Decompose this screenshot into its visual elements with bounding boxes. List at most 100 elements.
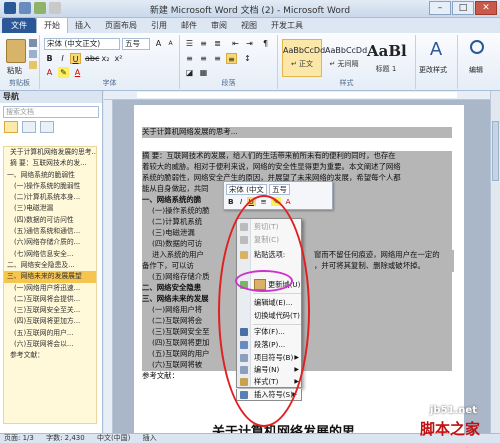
insert-mode[interactable]: 插入 <box>143 434 157 442</box>
doc-line[interactable]: 关于计算机网络发展的思考... <box>142 127 452 138</box>
paste-button-label[interactable]: 粘贴 <box>7 65 22 76</box>
mini-font-color-icon[interactable]: A <box>283 197 292 206</box>
show-marks-icon[interactable]: ¶ <box>260 38 271 49</box>
numbering-icon[interactable]: ≡ <box>198 38 209 49</box>
tab-view[interactable]: 视图 <box>234 18 264 33</box>
increase-indent-icon[interactable]: ⇥ <box>244 38 255 49</box>
nav-item[interactable]: 关于计算机网络发展的思考... <box>4 147 96 158</box>
font-color-icon[interactable]: A <box>72 67 83 78</box>
nav-item-selected[interactable]: 三、网络未来的发展展望 <box>4 271 96 283</box>
tab-home[interactable]: 开始 <box>36 17 68 33</box>
nav-item[interactable]: (三)电磁泄漏 <box>4 203 96 214</box>
nav-item[interactable]: 二、网络安全隐患及... <box>4 260 96 271</box>
paste-icon[interactable] <box>6 39 26 63</box>
superscript-icon[interactable]: x² <box>113 53 124 64</box>
nav-item[interactable]: (七)网络信息安全... <box>4 249 96 260</box>
next-document-title[interactable]: 关于计算机网络发展的思 <box>212 421 355 433</box>
tab-review[interactable]: 审阅 <box>204 18 234 33</box>
borders-icon[interactable]: ▦ <box>198 67 209 78</box>
nav-item[interactable]: (四)数据的可访问性 <box>4 215 96 226</box>
ribbon: 粘贴 剪贴板 宋体 (中文正文) 五号 A A B I U abc x₂ x² … <box>0 33 500 91</box>
underline-button[interactable]: U <box>70 53 81 64</box>
text-effects-icon[interactable]: A <box>44 67 55 78</box>
bullets-icon[interactable]: ☰ <box>184 38 195 49</box>
nav-item[interactable]: (四)互联网将更加方... <box>4 316 96 327</box>
font-name-select[interactable]: 宋体 (中文正文) <box>44 38 120 50</box>
nav-search-input[interactable]: 搜索文档 <box>3 106 99 118</box>
tab-references[interactable]: 引用 <box>144 18 174 33</box>
headings-view-icon[interactable] <box>4 121 18 133</box>
nav-item[interactable]: (三)互联网安全至关... <box>4 305 96 316</box>
doc-line[interactable]: 着较大的威胁。相对于便利来说，网络的安全性显得更为重要。本文阐述了网络 <box>142 162 452 173</box>
red-annotation-ring <box>218 195 310 427</box>
tab-insert[interactable]: 插入 <box>68 18 98 33</box>
highlight-icon[interactable]: ✎ <box>58 67 69 78</box>
justify-icon[interactable]: ≡ <box>226 53 237 64</box>
maximize-button[interactable]: □ <box>452 1 474 15</box>
align-left-icon[interactable]: ≡ <box>184 53 195 64</box>
page-count[interactable]: 页面: 1/3 <box>4 434 34 442</box>
scrollbar-thumb[interactable] <box>492 121 499 181</box>
nav-item[interactable]: (二)计算机系统本身... <box>4 192 96 203</box>
mini-bold-button[interactable]: B <box>226 197 236 206</box>
shrink-font-icon[interactable]: A <box>165 38 176 49</box>
nav-item[interactable]: (五)通信系统和通信... <box>4 226 96 237</box>
results-view-icon[interactable] <box>40 121 54 133</box>
tab-page-layout[interactable]: 页面布局 <box>98 18 144 33</box>
word-count[interactable]: 字数: 2,430 <box>46 434 85 442</box>
copy-icon[interactable] <box>29 50 37 58</box>
nav-item[interactable]: (六)网络存储介质的... <box>4 237 96 248</box>
nav-item[interactable]: 一、网络系统的脆弱性 <box>4 170 96 181</box>
mini-font-select[interactable]: 宋体 (中文 <box>226 184 267 195</box>
strikethrough-icon[interactable]: abc <box>85 53 99 64</box>
align-right-icon[interactable]: ≡ <box>212 53 223 64</box>
doc-line-fragment[interactable]: ，并可将其复制、删除或破坏掉。 <box>314 261 454 272</box>
window-title: 新建 Microsoft Word 文档 (2) - Microsoft Wor… <box>149 6 351 16</box>
align-center-icon[interactable]: ≡ <box>198 53 209 64</box>
bold-button[interactable]: B <box>44 53 55 64</box>
style-no-spacing[interactable]: AaBbCcDd ↵ 无间隔 <box>324 39 367 77</box>
shading-icon[interactable]: ◪ <box>184 67 195 78</box>
doc-line-fragment[interactable]: 窗而不留任何痕迹，网络用户在一定的 <box>314 250 454 261</box>
editing-label[interactable]: 编辑 <box>469 65 483 75</box>
clipboard-group: 粘贴 剪贴板 <box>0 35 40 89</box>
font-size-select[interactable]: 五号 <box>122 38 150 50</box>
subscript-icon[interactable]: x₂ <box>100 53 111 64</box>
nav-item[interactable]: (一)网络用户将迅速... <box>4 283 96 294</box>
nav-item[interactable]: (一)操作系统的脆弱性 <box>4 181 96 192</box>
line-spacing-icon[interactable]: ↕ <box>242 53 253 64</box>
horizontal-ruler[interactable] <box>104 91 490 100</box>
nav-item[interactable]: (五)互联网的用户... <box>4 328 96 339</box>
pages-view-icon[interactable] <box>22 121 36 133</box>
language-status[interactable]: 中文(中国) <box>97 434 130 442</box>
cut-icon[interactable] <box>29 39 37 47</box>
change-styles-label[interactable]: 更改样式 <box>419 65 447 75</box>
nav-item[interactable]: 摘 要：互联网技术的发... <box>4 158 96 169</box>
clipboard-group-label: 剪贴板 <box>9 79 30 87</box>
tab-file[interactable]: 文件 <box>2 18 36 33</box>
nav-item[interactable]: (六)互联网将会以... <box>4 339 96 350</box>
mini-size-select[interactable]: 五号 <box>269 184 290 195</box>
close-button[interactable]: ✕ <box>475 1 497 15</box>
pink-annotation-ring <box>235 270 293 292</box>
font-group-label: 字体 <box>102 79 117 87</box>
vertical-ruler[interactable] <box>104 100 113 433</box>
find-icon[interactable] <box>470 40 484 54</box>
nav-item[interactable]: (二)互联网将会提供... <box>4 294 96 305</box>
nav-item[interactable]: 参考文献： <box>4 350 96 361</box>
format-painter-icon[interactable] <box>29 61 37 69</box>
style-heading-1[interactable]: AaBl 标题 1 <box>366 39 407 77</box>
change-styles-icon[interactable]: A <box>426 39 446 61</box>
mini-italic-button[interactable]: I <box>238 197 244 206</box>
style-normal[interactable]: AaBbCcDd ↵ 正文 <box>282 39 325 77</box>
vertical-scrollbar[interactable] <box>490 91 500 433</box>
navigation-pane: 导航 搜索文档 关于计算机网络发展的思考... 摘 要：互联网技术的发... 一… <box>0 91 103 433</box>
doc-line[interactable]: 摘 要：互联网技术的发展，给人们的生活带来前所未有的便利的同时，也存在 <box>142 151 452 162</box>
grow-font-icon[interactable]: A <box>153 38 164 49</box>
italic-button[interactable]: I <box>57 53 68 64</box>
tab-developer[interactable]: 开发工具 <box>264 18 310 33</box>
decrease-indent-icon[interactable]: ⇤ <box>230 38 241 49</box>
minimize-button[interactable]: – <box>429 1 451 15</box>
tab-mailings[interactable]: 邮件 <box>174 18 204 33</box>
multilevel-list-icon[interactable]: ≣ <box>212 38 223 49</box>
